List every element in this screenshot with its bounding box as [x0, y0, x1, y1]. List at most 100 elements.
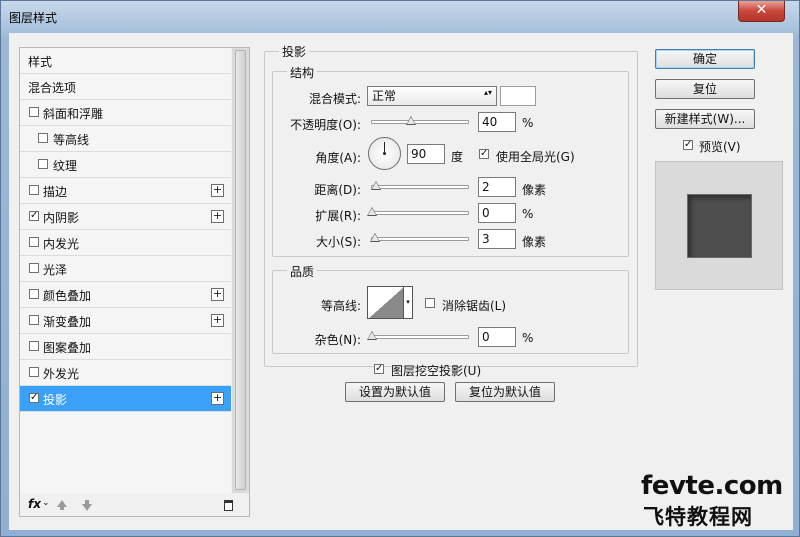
angle-dial[interactable]	[368, 137, 401, 170]
style-preview-box	[655, 161, 783, 290]
noise-slider[interactable]	[367, 331, 469, 340]
layer-knockout-checkbox[interactable]: ✓	[374, 364, 384, 374]
pattern-overlay-checkbox[interactable]	[29, 341, 39, 351]
reset-button[interactable]: 复位	[655, 79, 755, 99]
opacity-slider[interactable]	[371, 116, 469, 125]
sidebar-item-gradient-overlay[interactable]: 渐变叠加 +	[20, 308, 231, 334]
add-inner-shadow-button[interactable]: +	[211, 210, 224, 223]
quality-title: 品质	[287, 263, 318, 280]
sidebar-item-blending-options[interactable]: 混合选项	[20, 74, 231, 100]
new-style-button[interactable]: 新建样式(W)...	[655, 109, 755, 129]
sidebar-item-satin[interactable]: 光泽	[20, 256, 231, 282]
sidebar-item-inner-glow[interactable]: 内发光	[20, 230, 231, 256]
add-color-overlay-button[interactable]: +	[211, 288, 224, 301]
size-input[interactable]: 3	[478, 229, 516, 249]
reset-default-button[interactable]: 复位为默认值	[455, 382, 555, 402]
make-default-button[interactable]: 设置为默认值	[345, 382, 445, 402]
ok-button[interactable]: 确定	[655, 49, 755, 69]
distance-input[interactable]: 2	[478, 177, 516, 197]
distance-slider-thumb[interactable]	[371, 181, 381, 190]
size-slider[interactable]	[370, 233, 469, 242]
angle-unit: 度	[451, 150, 464, 164]
spread-input[interactable]: 0	[478, 203, 516, 223]
add-gradient-overlay-button[interactable]: +	[211, 314, 224, 327]
style-preview-square	[688, 195, 751, 257]
sidebar-item-label: 投影	[43, 393, 68, 407]
dialog-body: 样式 混合选项 斜面和浮雕 等高线 纹理 描边 + ✓ 内阴影 + 内发光 光泽…	[9, 33, 793, 530]
size-slider-thumb[interactable]	[370, 233, 380, 242]
sidebar-item-label: 混合选项	[28, 81, 77, 95]
sidebar-item-label: 斜面和浮雕	[43, 107, 104, 121]
sidebar-item-label: 样式	[28, 55, 53, 69]
layer-knockout-label: 图层挖空投影(U)	[391, 364, 482, 378]
noise-input[interactable]: 0	[478, 327, 516, 347]
trash-icon[interactable]	[224, 500, 233, 511]
layer-style-window: 图层样式 ✕ 样式 混合选项 斜面和浮雕 等高线 纹理 描边 + ✓ 内阴影 +…	[0, 0, 800, 537]
blend-mode-select[interactable]: 正常 ▴▾	[367, 86, 497, 106]
add-stroke-button[interactable]: +	[211, 184, 224, 197]
inner-glow-checkbox[interactable]	[29, 237, 39, 247]
move-up-icon-stem	[60, 506, 64, 510]
sidebar-item-contour[interactable]: 等高线	[20, 126, 231, 152]
watermark-site-name: 飞特教程网	[643, 505, 753, 529]
contour-picker[interactable]	[367, 286, 404, 319]
sidebar-item-label: 内发光	[43, 237, 80, 251]
satin-checkbox[interactable]	[29, 263, 39, 273]
style-list-scrollbar[interactable]	[232, 48, 249, 493]
angle-input[interactable]: 90	[407, 144, 445, 164]
sidebar-item-label: 纹理	[53, 159, 78, 173]
outer-glow-checkbox[interactable]	[29, 367, 39, 377]
texture-checkbox[interactable]	[38, 159, 48, 169]
spread-slider-thumb[interactable]	[367, 207, 377, 216]
color-overlay-checkbox[interactable]	[29, 289, 39, 299]
add-drop-shadow-button[interactable]: +	[211, 392, 224, 405]
distance-slider[interactable]	[371, 181, 469, 190]
move-down-icon[interactable]	[82, 504, 92, 511]
styles-panel: 样式 混合选项 斜面和浮雕 等高线 纹理 描边 + ✓ 内阴影 + 内发光 光泽…	[19, 47, 250, 517]
opacity-input[interactable]: 40	[478, 112, 516, 132]
bevel-emboss-checkbox[interactable]	[29, 107, 39, 117]
close-button[interactable]: ✕	[738, 1, 785, 22]
global-light-label: 使用全局光(G)	[496, 150, 575, 164]
scrollbar-thumb[interactable]	[235, 50, 246, 490]
sidebar-item-drop-shadow[interactable]: ✓ 投影 +	[20, 386, 231, 412]
noise-label: 杂色(N):	[314, 333, 361, 347]
opacity-slider-thumb[interactable]	[406, 116, 417, 125]
title-bar[interactable]: 图层样式 ✕	[1, 1, 800, 33]
preview-checkbox[interactable]: ✓	[683, 140, 693, 150]
size-unit: 像素	[522, 235, 547, 249]
sidebar-item-stroke[interactable]: 描边 +	[20, 178, 231, 204]
contour-dropdown-icon[interactable]: ▾	[404, 286, 413, 319]
styles-footer: fx ⌄	[20, 496, 249, 516]
sidebar-item-inner-shadow[interactable]: ✓ 内阴影 +	[20, 204, 231, 230]
contour-label: 等高线:	[320, 299, 361, 313]
sidebar-item-color-overlay[interactable]: 颜色叠加 +	[20, 282, 231, 308]
sidebar-item-bevel-emboss[interactable]: 斜面和浮雕	[20, 100, 231, 126]
sidebar-item-pattern-overlay[interactable]: 图案叠加	[20, 334, 231, 360]
preview-label: 预览(V)	[699, 140, 741, 154]
anti-aliased-checkbox[interactable]	[425, 298, 435, 308]
opacity-unit: %	[522, 116, 534, 130]
stroke-checkbox[interactable]	[29, 185, 39, 195]
drop-shadow-checkbox[interactable]: ✓	[29, 393, 39, 403]
noise-slider-thumb[interactable]	[367, 331, 377, 340]
watermark-domain: fevte.com	[641, 471, 783, 501]
gradient-overlay-checkbox[interactable]	[29, 315, 39, 325]
size-label: 大小(S):	[315, 235, 361, 249]
spread-label: 扩展(R):	[315, 209, 361, 223]
spread-slider[interactable]	[367, 207, 469, 216]
shadow-color-swatch[interactable]	[500, 86, 536, 106]
fx-menu-button[interactable]: fx	[28, 497, 41, 511]
structure-title: 结构	[287, 64, 318, 81]
spread-unit: %	[522, 207, 534, 221]
sidebar-item-styles[interactable]: 样式	[20, 48, 231, 74]
sidebar-item-outer-glow[interactable]: 外发光	[20, 360, 231, 386]
sidebar-item-label: 等高线	[53, 133, 90, 147]
sidebar-item-texture[interactable]: 纹理	[20, 152, 231, 178]
inner-shadow-checkbox[interactable]: ✓	[29, 211, 39, 221]
opacity-label: 不透明度(O):	[290, 118, 361, 132]
contour-checkbox[interactable]	[38, 133, 48, 143]
blend-mode-value: 正常	[372, 89, 397, 103]
angle-dial-center	[383, 152, 386, 155]
global-light-checkbox[interactable]: ✓	[479, 149, 489, 159]
